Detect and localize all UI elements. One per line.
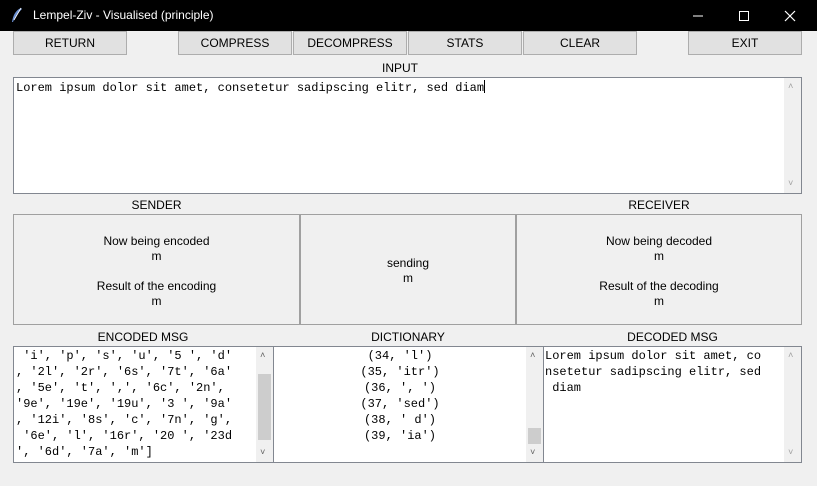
scroll-down-arrow-icon[interactable]: ˅ <box>260 448 265 458</box>
dictionary-entry: (35, 'itr') <box>360 365 440 379</box>
decoded-line: nsetetur sadipscing elitr, sed <box>545 365 762 379</box>
scrollbar-thumb[interactable] <box>528 428 541 444</box>
title-bar: Lempel-Ziv - Visualised (principle) <box>0 0 817 31</box>
encoded-line: , '2l', '2r', '6s', '7t', '6a' <box>16 365 233 379</box>
scrollbar-thumb[interactable] <box>258 374 271 440</box>
return-button[interactable]: RETURN <box>13 31 127 55</box>
minimize-icon <box>693 15 703 17</box>
input-label: INPUT <box>382 61 418 75</box>
decoded-msg-label: DECODED MSG <box>627 330 718 344</box>
dictionary-scrollbar[interactable]: ˄ ˅ <box>526 347 543 462</box>
scroll-down-arrow-icon[interactable]: ˅ <box>788 448 793 458</box>
sender-encoding-value: m <box>151 249 162 263</box>
dictionary-entry: (37, 'sed') <box>360 397 440 411</box>
receiver-result-heading: Result of the decoding <box>599 279 719 293</box>
dictionary-textarea[interactable]: (34, 'l') (35, 'itr') (36, ', ') (37, 's… <box>273 346 544 463</box>
receiver-decoding-heading: Now being decoded <box>605 234 713 248</box>
encoded-line: , '5e', 't', ',', '6c', '2n', <box>16 381 225 395</box>
encoded-msg-label: ENCODED MSG <box>97 330 189 344</box>
encoded-line: ', '6d', '7a', 'm'] <box>16 445 153 459</box>
window-title: Lempel-Ziv - Visualised (principle) <box>33 8 214 22</box>
receiver-decoding-value: m <box>654 249 664 263</box>
encoded-line: , '12i', '8s', 'c', '7n', 'g', <box>16 413 233 427</box>
sender-encoding-heading: Now being encoded <box>103 234 210 248</box>
scroll-up-arrow-icon[interactable]: ˄ <box>788 82 793 92</box>
scroll-up-arrow-icon[interactable]: ˄ <box>530 351 535 361</box>
decoded-msg-textarea[interactable]: Lorem ipsum dolor sit amet, co nsetetur … <box>543 346 802 463</box>
scroll-up-arrow-icon[interactable]: ˄ <box>788 351 793 361</box>
text-cursor <box>484 80 486 93</box>
channel-status: sending <box>386 256 430 270</box>
encoded-msg-textarea[interactable]: 'i', 'p', 's', 'u', '5 ', 'd' , '2l', '2… <box>13 346 274 463</box>
dictionary-entry: (36, ', ') <box>363 381 436 395</box>
receiver-result-value: m <box>654 294 664 308</box>
exit-button[interactable]: EXIT <box>688 31 802 55</box>
sender-label: SENDER <box>131 198 182 212</box>
dictionary-entry: (34, 'l') <box>367 349 433 363</box>
decoded-line: Lorem ipsum dolor sit amet, co <box>545 349 762 363</box>
receiver-label: RECEIVER <box>628 198 690 212</box>
close-window-button[interactable] <box>767 0 813 31</box>
receiver-panel: Now being decoded m Result of the decodi… <box>516 214 802 325</box>
sender-panel: Now being encoded m Result of the encodi… <box>13 214 300 325</box>
encoded-line: '9e', '19e', '19u', '3 ', '9a' <box>16 397 233 411</box>
stats-button[interactable]: STATS <box>408 31 522 55</box>
close-icon <box>784 10 796 22</box>
channel-panel: sending m <box>300 214 516 325</box>
decoded-line: diam <box>545 381 582 395</box>
scroll-down-arrow-icon[interactable]: ˅ <box>788 179 793 189</box>
minimize-button[interactable] <box>675 0 721 31</box>
input-text: Lorem ipsum dolor sit amet, consetetur s… <box>16 81 485 95</box>
clear-button[interactable]: CLEAR <box>523 31 637 55</box>
input-textarea[interactable]: Lorem ipsum dolor sit amet, consetetur s… <box>13 77 802 194</box>
encoded-scrollbar[interactable]: ˄ ˅ <box>256 347 273 462</box>
dictionary-entry: (38, ' d') <box>363 413 436 427</box>
dictionary-label: DICTIONARY <box>371 330 445 344</box>
decompress-button[interactable]: DECOMPRESS <box>293 31 407 55</box>
feather-icon <box>12 7 22 22</box>
compress-button[interactable]: COMPRESS <box>178 31 292 55</box>
sender-result-value: m <box>151 294 162 308</box>
sender-result-heading: Result of the encoding <box>96 279 217 293</box>
encoded-line: 'i', 'p', 's', 'u', '5 ', 'd' <box>16 349 233 363</box>
channel-value: m <box>403 271 413 285</box>
scroll-down-arrow-icon[interactable]: ˅ <box>530 448 535 458</box>
maximize-icon <box>739 11 749 21</box>
dictionary-entry: (39, 'ia') <box>363 429 436 443</box>
maximize-button[interactable] <box>721 0 767 31</box>
encoded-line: '6e', 'l', '16r', '20 ', '23d <box>16 429 233 443</box>
decoded-scrollbar[interactable]: ˄ ˅ <box>784 347 801 462</box>
scroll-up-arrow-icon[interactable]: ˄ <box>260 351 265 361</box>
input-scrollbar[interactable]: ˄ ˅ <box>784 78 801 193</box>
